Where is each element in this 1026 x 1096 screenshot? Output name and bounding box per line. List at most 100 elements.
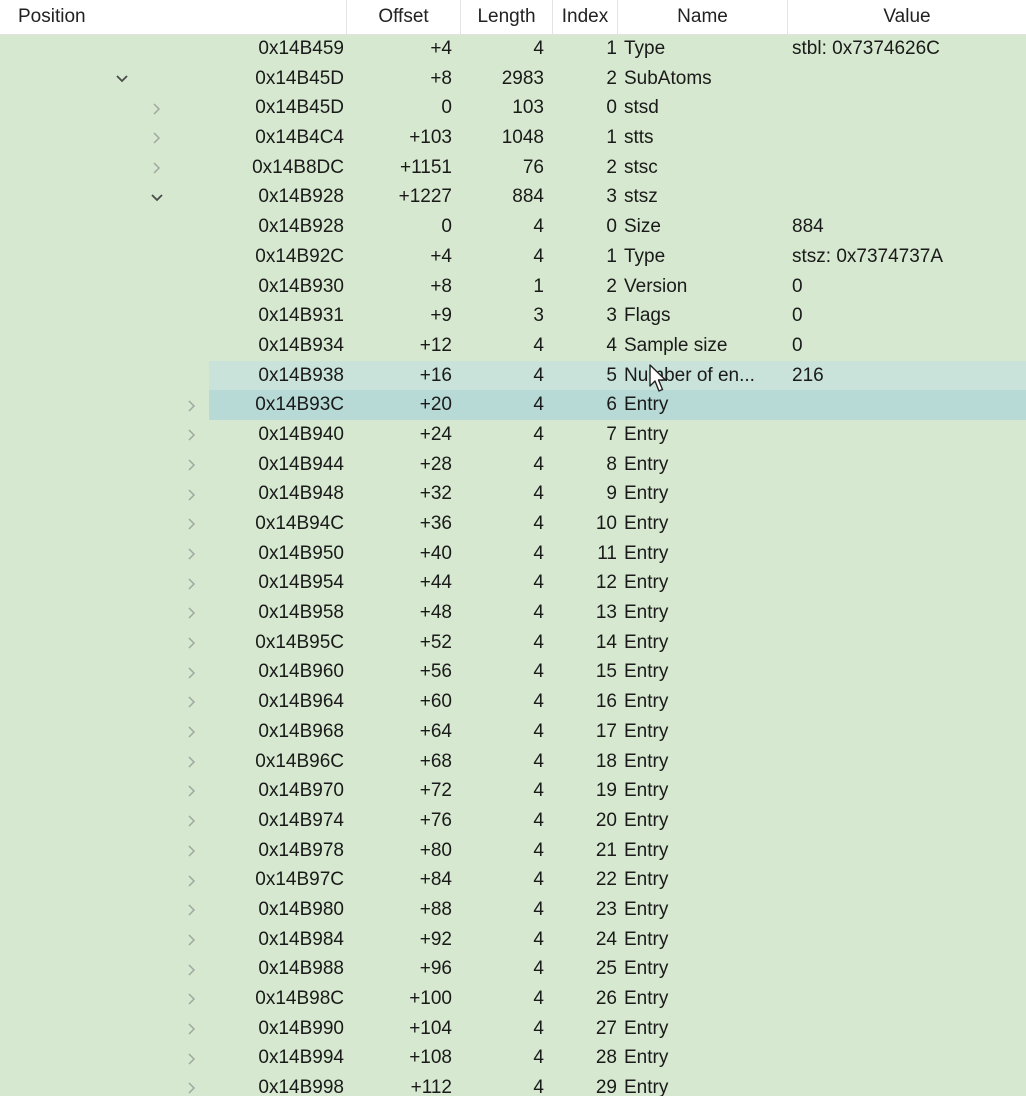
chevron-right-icon[interactable] [182, 747, 202, 777]
chevron-right-icon[interactable] [147, 153, 167, 183]
table-row[interactable]: 0x14B964 +60 4 16 Entry [0, 687, 1026, 717]
table-row[interactable]: 0x14B459 +4 4 1 Type stbl: 0x7374626C [0, 34, 1026, 64]
row-value [792, 1043, 1022, 1073]
table-row[interactable]: 0x14B970 +72 4 19 Entry [0, 776, 1026, 806]
table-row[interactable]: 0x14B96C +68 4 18 Entry [0, 747, 1026, 777]
table-row[interactable]: 0x14B938 +16 4 5 Number of en... 216 [0, 360, 1026, 391]
row-value [792, 182, 1022, 212]
table-row[interactable]: 0x14B960 +56 4 15 Entry [0, 657, 1026, 687]
chevron-right-icon[interactable] [182, 657, 202, 687]
chevron-down-icon[interactable] [147, 182, 167, 212]
table-row[interactable]: 0x14B940 +24 4 7 Entry [0, 420, 1026, 450]
row-offset: +80 [419, 839, 452, 861]
chevron-right-icon[interactable] [182, 1014, 202, 1044]
row-length: 4 [533, 631, 544, 653]
table-row[interactable]: 0x14B934 +12 4 4 Sample size 0 [0, 331, 1026, 361]
row-offset: +40 [419, 542, 452, 564]
table-row[interactable]: 0x14B97C +84 4 22 Entry [0, 865, 1026, 895]
column-header-index[interactable]: Index [553, 0, 618, 34]
table-row[interactable]: 0x14B990 +104 4 27 Entry [0, 1014, 1026, 1044]
table-row[interactable]: 0x14B928 +1227 884 3 stsz [0, 182, 1026, 212]
chevron-right-icon[interactable] [182, 925, 202, 955]
row-value [792, 64, 1022, 94]
chevron-right-icon[interactable] [182, 776, 202, 806]
table-row[interactable]: 0x14B974 +76 4 20 Entry [0, 806, 1026, 836]
chevron-down-icon[interactable] [112, 64, 132, 94]
table-row[interactable]: 0x14B930 +8 1 2 Version 0 [0, 272, 1026, 302]
row-index: 28 [595, 1047, 617, 1069]
column-header-position[interactable]: Position [0, 0, 347, 34]
chevron-right-icon[interactable] [182, 836, 202, 866]
chevron-right-icon[interactable] [147, 123, 167, 153]
chevron-right-icon[interactable] [182, 479, 202, 509]
column-header-value[interactable]: Value [788, 0, 1026, 34]
table-row[interactable]: 0x14B948 +32 4 9 Entry [0, 479, 1026, 509]
row-index: 4 [606, 334, 617, 356]
chevron-right-icon[interactable] [182, 509, 202, 539]
row-value: 884 [792, 216, 824, 238]
row-name: Entry [624, 809, 669, 831]
table-row[interactable]: 0x14B980 +88 4 23 Entry [0, 895, 1026, 925]
row-address: 0x14B928 [258, 186, 344, 208]
row-address: 0x14B940 [258, 423, 344, 445]
column-header-offset[interactable]: Offset [347, 0, 461, 34]
table-row[interactable]: 0x14B958 +48 4 13 Entry [0, 598, 1026, 628]
chevron-right-icon[interactable] [182, 539, 202, 569]
table-row[interactable]: 0x14B994 +108 4 28 Entry [0, 1043, 1026, 1073]
table-row[interactable]: 0x14B968 +64 4 17 Entry [0, 717, 1026, 747]
row-value [792, 450, 1022, 480]
row-name: Entry [624, 572, 669, 594]
table-row[interactable]: 0x14B998 +112 4 29 Entry [0, 1073, 1026, 1096]
table-row[interactable]: 0x14B928 0 4 0 Size 884 [0, 212, 1026, 242]
row-index: 25 [595, 958, 617, 980]
row-index: 0 [606, 97, 617, 119]
row-value [792, 865, 1022, 895]
chevron-right-icon[interactable] [182, 865, 202, 895]
chevron-right-icon[interactable] [182, 984, 202, 1014]
table-row[interactable]: 0x14B45D 0 103 0 stsd [0, 93, 1026, 123]
row-value [792, 925, 1022, 955]
chevron-right-icon[interactable] [182, 1073, 202, 1096]
row-value [792, 657, 1022, 687]
chevron-right-icon[interactable] [182, 598, 202, 628]
chevron-right-icon[interactable] [182, 568, 202, 598]
table-row[interactable]: 0x14B95C +52 4 14 Entry [0, 628, 1026, 658]
row-length: 4 [533, 572, 544, 594]
table-row[interactable]: 0x14B984 +92 4 24 Entry [0, 925, 1026, 955]
row-length: 4 [533, 334, 544, 356]
chevron-right-icon[interactable] [182, 1043, 202, 1073]
table-row[interactable]: 0x14B931 +9 3 3 Flags 0 [0, 301, 1026, 331]
column-header-name[interactable]: Name [618, 0, 788, 34]
table-row[interactable]: 0x14B94C +36 4 10 Entry [0, 509, 1026, 539]
column-header-length[interactable]: Length [461, 0, 553, 34]
chevron-right-icon[interactable] [182, 687, 202, 717]
table-row[interactable]: 0x14B45D +8 2983 2 SubAtoms [0, 64, 1026, 94]
chevron-right-icon[interactable] [182, 628, 202, 658]
chevron-right-icon[interactable] [147, 93, 167, 123]
table-row[interactable]: 0x14B92C +4 4 1 Type stsz: 0x7374737A [0, 242, 1026, 272]
table-row[interactable]: 0x14B4C4 +103 1048 1 stts [0, 123, 1026, 153]
row-offset: +103 [409, 127, 452, 149]
row-offset: +8 [430, 275, 452, 297]
chevron-right-icon[interactable] [182, 717, 202, 747]
table-row[interactable]: 0x14B93C +20 4 6 Entry [0, 390, 1026, 420]
row-length: 4 [533, 958, 544, 980]
row-length: 3 [533, 305, 544, 327]
chevron-right-icon[interactable] [182, 895, 202, 925]
chevron-right-icon[interactable] [182, 420, 202, 450]
chevron-right-icon[interactable] [182, 450, 202, 480]
chevron-right-icon[interactable] [182, 390, 202, 420]
table-row[interactable]: 0x14B954 +44 4 12 Entry [0, 568, 1026, 598]
table-row[interactable]: 0x14B8DC +1151 76 2 stsc [0, 153, 1026, 183]
row-address: 0x14B93C [255, 394, 344, 416]
chevron-right-icon[interactable] [182, 954, 202, 984]
table-row[interactable]: 0x14B944 +28 4 8 Entry [0, 450, 1026, 480]
row-offset: +112 [410, 1077, 452, 1096]
table-row[interactable]: 0x14B988 +96 4 25 Entry [0, 954, 1026, 984]
row-offset: +4 [430, 245, 452, 267]
table-row[interactable]: 0x14B950 +40 4 11 Entry [0, 539, 1026, 569]
row-index: 18 [595, 750, 617, 772]
chevron-right-icon[interactable] [182, 806, 202, 836]
table-row[interactable]: 0x14B978 +80 4 21 Entry [0, 836, 1026, 866]
table-row[interactable]: 0x14B98C +100 4 26 Entry [0, 984, 1026, 1014]
